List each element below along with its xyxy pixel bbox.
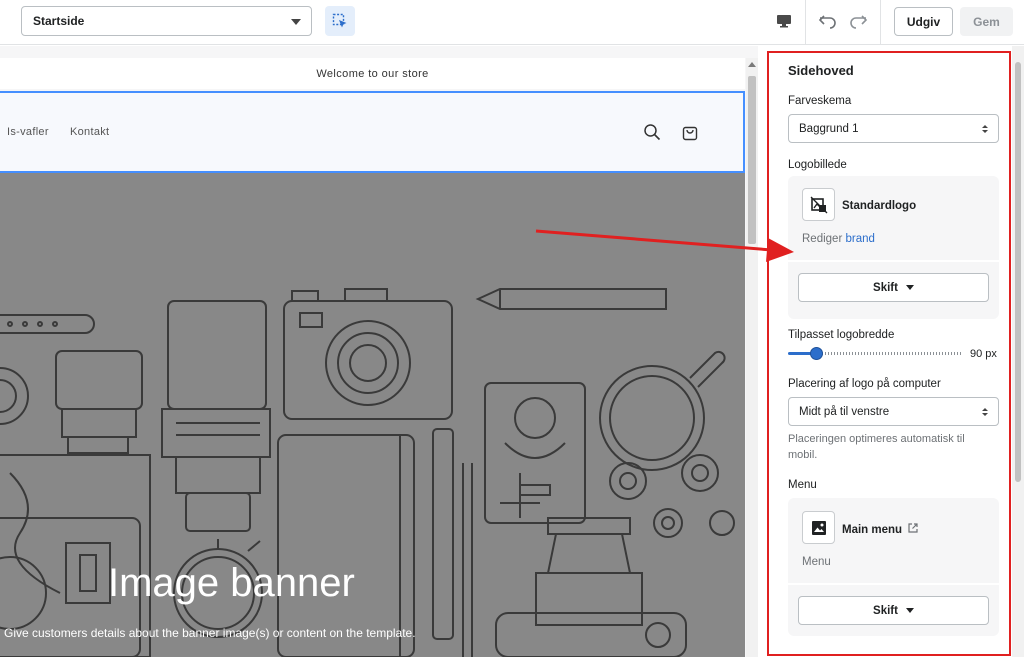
- cart-icon: [682, 126, 698, 141]
- panel-title: Sidehoved: [788, 63, 854, 78]
- announcement-bar: Welcome to our store: [0, 58, 745, 89]
- logo-edit-prefix: Rediger: [802, 233, 843, 245]
- toolbar-divider: [805, 0, 806, 45]
- chevron-down-icon: [291, 19, 301, 25]
- announcement-text: Welcome to our store: [316, 67, 429, 80]
- header-settings-panel: Sidehoved Farveskema Baggrund 1 Logobill…: [767, 51, 1011, 656]
- menu-change-label: Skift: [873, 604, 898, 617]
- logo-position-value: Midt på til venstre: [799, 405, 890, 418]
- logo-card: Standardlogo Rediger brand Skift: [788, 176, 999, 319]
- logo-edit-text: Rediger brand: [802, 233, 875, 245]
- logo-position-label: Placering af logo på computer: [788, 378, 941, 390]
- logo-position-help: Placeringen optimeres automatisk til mob…: [788, 433, 965, 461]
- card-divider: [788, 583, 999, 585]
- toolbar-divider: [880, 0, 881, 45]
- header-cart-button[interactable]: [679, 121, 701, 143]
- scroll-up-icon[interactable]: [748, 62, 756, 67]
- menu-name[interactable]: Main menu: [842, 523, 918, 536]
- page-select-value: Startside: [33, 14, 85, 28]
- menu-label: Menu: [788, 479, 817, 491]
- menu-thumbnail[interactable]: [802, 511, 835, 544]
- image-placeholder-icon: [810, 196, 827, 213]
- image-icon: [811, 520, 826, 535]
- preview-scrollbar[interactable]: [746, 58, 758, 657]
- select-arrows-icon: [982, 125, 988, 133]
- logo-position-select[interactable]: Midt på til venstre: [788, 397, 999, 426]
- menu-sub: Menu: [802, 556, 831, 568]
- search-icon: [644, 124, 661, 141]
- edit-brand-link[interactable]: brand: [845, 233, 874, 245]
- logo-width-value: 90 px: [970, 348, 997, 360]
- logo-label: Logobillede: [788, 159, 847, 171]
- logo-width-label: Tilpasset logobredde: [788, 329, 895, 341]
- logo-change-label: Skift: [873, 281, 898, 294]
- inspect-element-button[interactable]: [325, 6, 355, 36]
- menu-card: Main menu Menu Skift: [788, 498, 999, 636]
- logo-change-button[interactable]: Skift: [798, 273, 989, 302]
- page-select[interactable]: Startside: [21, 6, 312, 36]
- header-search-button[interactable]: [641, 121, 663, 143]
- slider-handle[interactable]: [810, 347, 823, 360]
- menu-name-text: Main menu: [842, 524, 903, 536]
- color-scheme-value: Baggrund 1: [799, 122, 859, 135]
- banner-description: Give customers details about the banner …: [4, 626, 416, 640]
- slider-track-rest: [816, 352, 963, 355]
- external-link-icon[interactable]: [908, 523, 918, 533]
- banner-title: Image banner: [108, 561, 355, 605]
- desktop-icon: [777, 15, 791, 28]
- scrollbar-thumb[interactable]: [748, 76, 756, 244]
- store-header[interactable]: Is-vafler Kontakt: [0, 91, 745, 173]
- nav-item-kontakt[interactable]: Kontakt: [70, 126, 109, 138]
- color-scheme-label: Farveskema: [788, 95, 852, 107]
- undo-button[interactable]: [815, 8, 841, 34]
- logo-thumbnail[interactable]: [802, 188, 835, 221]
- select-element-icon: [332, 13, 347, 28]
- panel-scrollbar-thumb[interactable]: [1015, 62, 1021, 482]
- logo-name: Standardlogo: [842, 200, 917, 212]
- logo-width-slider[interactable]: [788, 347, 963, 360]
- top-bar: Startside Udgiv Gem: [0, 0, 1024, 45]
- select-arrows-icon: [982, 408, 988, 416]
- save-button[interactable]: Gem: [960, 7, 1013, 36]
- caret-down-icon: [905, 285, 914, 290]
- undo-icon: [818, 15, 836, 29]
- nav-item-is-vafler[interactable]: Is-vafler: [7, 126, 49, 138]
- redo-button[interactable]: [845, 8, 871, 34]
- card-divider: [788, 260, 999, 262]
- publish-button[interactable]: Udgiv: [894, 7, 953, 36]
- theme-preview: Welcome to our store Is-vafler Kontakt I…: [0, 46, 758, 657]
- color-scheme-select[interactable]: Baggrund 1: [788, 114, 999, 143]
- desktop-view-button[interactable]: [771, 8, 797, 34]
- image-banner[interactable]: Image banner Give customers details abou…: [0, 173, 745, 657]
- menu-change-button[interactable]: Skift: [798, 596, 989, 625]
- panel-scrollbar[interactable]: [1012, 46, 1024, 657]
- caret-down-icon: [905, 608, 914, 613]
- redo-icon: [850, 15, 868, 29]
